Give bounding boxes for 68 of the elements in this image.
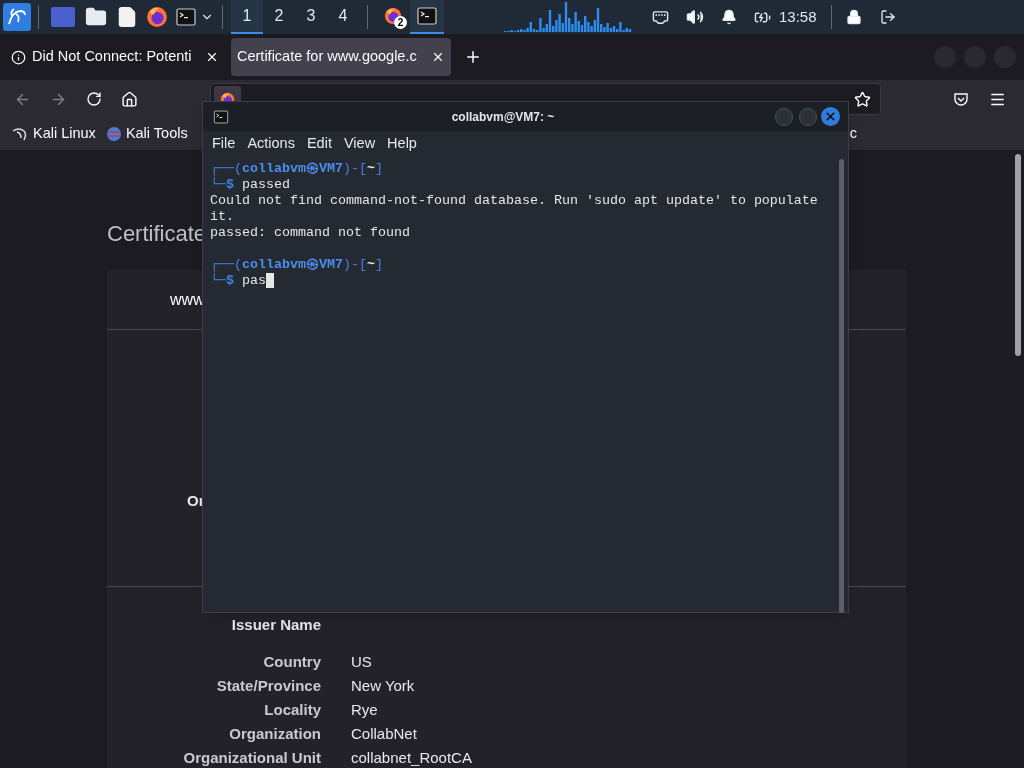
kali-menu-icon[interactable] [3, 3, 31, 31]
tab-title: Did Not Connect: Potenti [32, 47, 193, 67]
field-label: Organization [228, 724, 321, 745]
field-label: Locality [263, 700, 321, 721]
home-icon[interactable] [121, 90, 138, 108]
browser-launcher[interactable] [146, 6, 168, 28]
window-title: collabvm@VM7: ~ [450, 108, 556, 126]
workspace-button[interactable]: 3 [295, 0, 327, 34]
bell-icon[interactable] [721, 9, 737, 25]
new-tab-icon[interactable] [464, 48, 482, 66]
bookmark-item[interactable]: Kali Linux [12, 123, 96, 145]
scrollbar[interactable] [1015, 154, 1021, 356]
field-label: Country [262, 652, 321, 673]
count-badge: 2 [394, 16, 407, 29]
document-icon[interactable] [116, 6, 138, 28]
prompt-symbol: └─$ [210, 273, 234, 289]
section-title: Issuer Name [230, 615, 321, 635]
menu-item[interactable]: File [208, 133, 240, 155]
page-heading: Certificate [107, 220, 202, 248]
prompt-line: ┌──(collabvm㉿VM7)-[~] [210, 257, 384, 273]
field-label: State/Province [215, 676, 321, 697]
network-icon[interactable] [652, 8, 669, 26]
terminal-icon [213, 109, 229, 124]
terminal-icon [176, 8, 196, 26]
menu-item[interactable]: Help [383, 133, 421, 155]
browser-tab[interactable]: Did Not Connect: Potenti [5, 38, 225, 76]
lock-icon[interactable] [845, 9, 862, 25]
clock[interactable]: 13:58 [779, 5, 817, 29]
bookmark-item[interactable]: c [849, 123, 857, 145]
fox-logo-icon [146, 6, 168, 28]
globe-icon [105, 126, 122, 142]
field-value: Rye [351, 700, 378, 721]
window-button[interactable] [410, 0, 444, 34]
pocket-icon[interactable] [953, 91, 969, 107]
close-icon [824, 110, 837, 123]
window-button[interactable]: 2 [376, 0, 410, 34]
workspace-button[interactable]: 1 [231, 0, 263, 34]
menu-item[interactable]: Edit [302, 133, 336, 155]
output-line: Could not find command-not-found database. Run 'sudo apt update' to populate it. [210, 193, 819, 225]
folder-icon[interactable] [85, 6, 107, 28]
terminal-icon [417, 7, 437, 25]
menu-item[interactable]: Actions [243, 133, 299, 155]
command-text: pas [242, 273, 266, 289]
close-button[interactable] [821, 107, 840, 126]
field-label: Or [187, 492, 205, 509]
workspace-button[interactable]: 4 [327, 0, 359, 34]
prompt-symbol: └─$ [210, 177, 234, 193]
workspace-button[interactable]: 2 [263, 0, 295, 34]
field-value: CollabNet [351, 724, 417, 745]
scrollbar[interactable] [838, 159, 844, 613]
bookmark-item[interactable]: Kali Tools [105, 123, 188, 145]
reload-icon[interactable] [86, 91, 102, 107]
close-icon[interactable] [431, 50, 445, 64]
field-value: collabnet_RootCA [351, 748, 472, 768]
browser-tab[interactable]: Certificate for www.google.c [231, 38, 451, 76]
output-line: passed: command not found [210, 225, 411, 241]
terminal-launcher[interactable] [176, 8, 196, 26]
star-icon[interactable] [854, 90, 871, 108]
volume-icon[interactable] [686, 8, 704, 26]
logout-icon[interactable] [879, 9, 896, 25]
close-icon[interactable] [205, 50, 219, 64]
field-value: New York [351, 676, 415, 697]
command-text: passed [242, 177, 290, 193]
menu-item[interactable]: View [339, 133, 380, 155]
prompt-line: ┌──(collabvm㉿VM7)-[~] [210, 161, 384, 177]
field-value: US [351, 652, 372, 673]
tab-title: Certificate for www.google.c [237, 47, 418, 67]
field-label: Organizational Unit [182, 748, 321, 768]
